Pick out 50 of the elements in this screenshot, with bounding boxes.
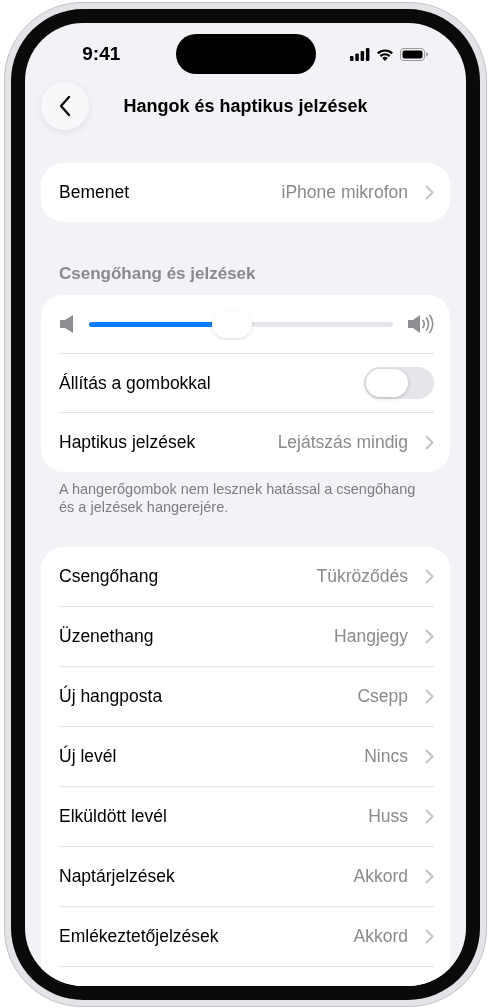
- settings-row[interactable]: Haptikus jelzések Lejátszás mindig: [59, 413, 434, 472]
- chevron-icon: [425, 689, 434, 704]
- settings-row[interactable]: Csengőhang Tükröződés: [59, 547, 434, 607]
- settings-row[interactable]: Üzenethang Hangjegy: [59, 607, 434, 667]
- settings-row[interactable]: Elküldött levél Huss: [59, 787, 434, 847]
- toggle-switch[interactable]: [364, 367, 434, 399]
- row-value: Lejátszás mindig: [277, 432, 408, 453]
- row-value: iPhone mikrofon: [281, 182, 408, 203]
- row-value: Akkord: [353, 866, 408, 887]
- row-value: Csepp: [357, 686, 408, 707]
- row-label: Bemenet: [59, 182, 130, 203]
- back-button[interactable]: [41, 82, 89, 130]
- row-label: Csengőhang: [59, 566, 159, 587]
- row-value: Nincs: [364, 746, 408, 767]
- section-header: Csengőhang és jelzések: [58, 264, 257, 285]
- chevron-icon: [425, 569, 434, 584]
- settings-row[interactable]: Emlékeztetőjelzések Akkord: [59, 907, 434, 967]
- settings-row[interactable]: Bemenet iPhone mikrofon: [59, 163, 434, 222]
- row-label: Állítás a gombokkal: [59, 372, 211, 394]
- row-label: Új hangposta: [59, 686, 163, 707]
- row-label: Haptikus jelzések: [59, 432, 196, 453]
- section-footnote: A hangerőgombok nem lesznek hatással a csengőhang és a jelzések hangerejére.: [58, 480, 417, 516]
- settings-row[interactable]: Naptárjelzések Akkord: [59, 847, 434, 907]
- row-label: Elküldött levél: [59, 806, 167, 827]
- chevron-icon: [425, 929, 434, 944]
- speaker-low-icon: [59, 314, 75, 334]
- settings-row[interactable]: Új hangposta Csepp: [59, 667, 434, 727]
- row-value: Tükröződés: [316, 566, 408, 587]
- row-label: Üzenethang: [59, 626, 154, 647]
- row-label: Új levél: [59, 746, 117, 767]
- row-value: Akkord: [353, 926, 408, 947]
- speaker-high-icon: [407, 314, 434, 334]
- row-value: Hangjegy: [334, 626, 408, 647]
- status-time: 9:41: [81, 43, 121, 65]
- signal-icon: [349, 47, 370, 61]
- chevron-icon: [425, 809, 434, 824]
- chevron-icon: [425, 435, 434, 450]
- page-title: Hangok és haptikus jelzések: [122, 95, 369, 117]
- volume-slider[interactable]: [89, 309, 393, 339]
- chevron-icon: [425, 185, 434, 200]
- settings-row[interactable]: Új levél Nincs: [59, 727, 434, 787]
- row-value: Huss: [368, 806, 408, 827]
- row-label: Emlékeztetőjelzések: [59, 926, 219, 947]
- wifi-icon: [375, 47, 394, 61]
- row-label: Naptárjelzések: [59, 866, 175, 887]
- chevron-icon: [425, 869, 434, 884]
- chevron-icon: [425, 629, 434, 644]
- chevron-icon: [425, 749, 434, 764]
- battery-icon: [399, 47, 428, 61]
- chevron-left-icon: [59, 95, 71, 117]
